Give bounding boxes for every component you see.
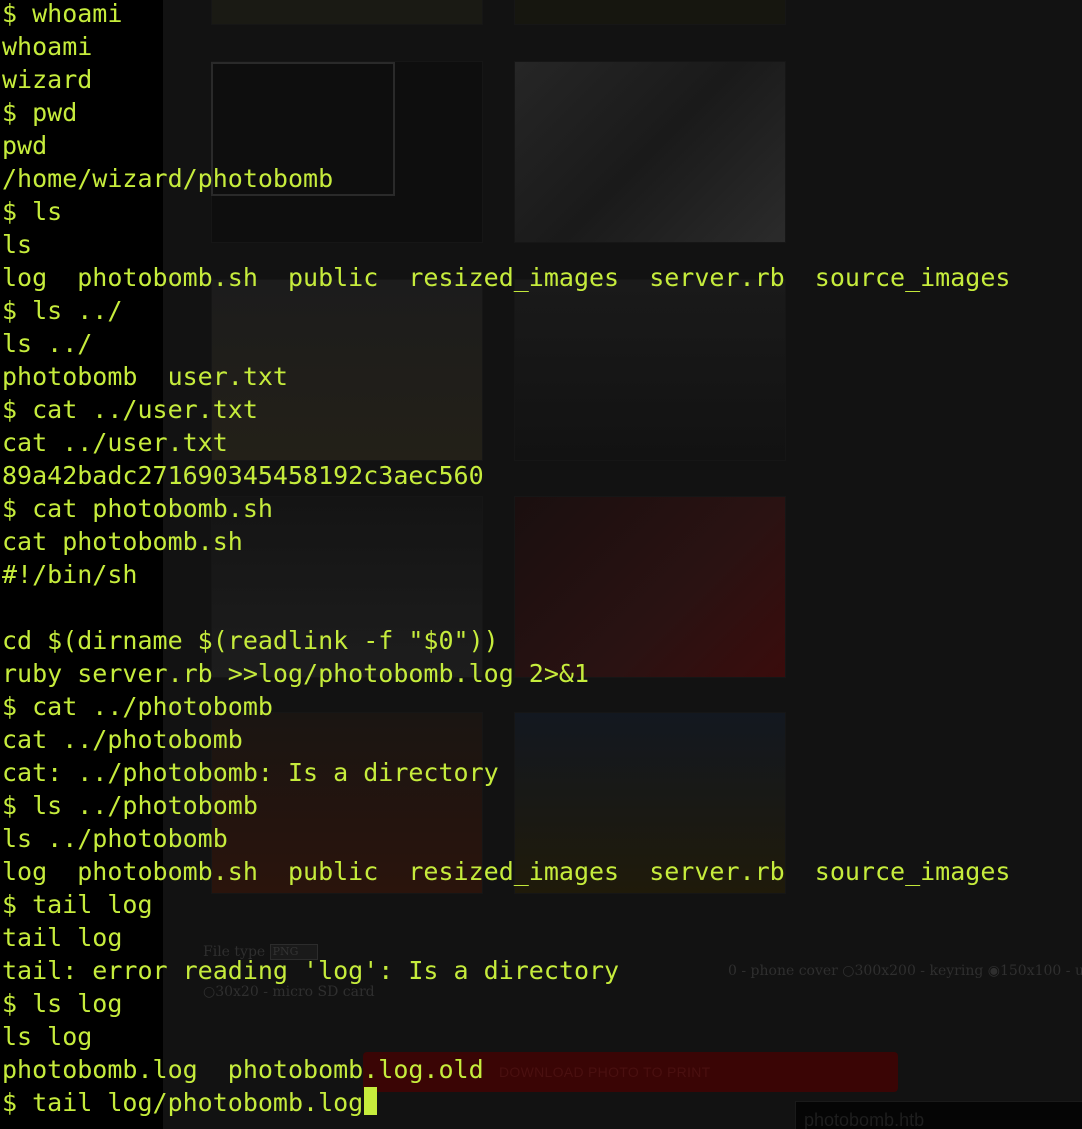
terminal-output-line: ls — [2, 230, 33, 259]
terminal-command-line: $ tail log — [2, 890, 153, 919]
terminal-output-line: log photobomb.sh public resized_images s… — [2, 263, 1011, 292]
terminal-output-line: tail: error reading 'log': Is a director… — [2, 956, 620, 985]
terminal-output-line: cd $(dirname $(readlink -f "$0")) — [2, 626, 499, 655]
terminal-output-line: cat ../photobomb — [2, 725, 243, 754]
terminal-output-line: cat: ../photobomb: Is a directory — [2, 758, 499, 787]
terminal-output-line: ls ../ — [2, 329, 93, 358]
terminal-command-line: $ cat ../photobomb — [2, 692, 273, 721]
terminal-output-line — [2, 591, 1010, 624]
terminal-output-line: log photobomb.sh public resized_images s… — [2, 857, 1011, 886]
terminal-output-line: photobomb.log photobomb.log.old — [2, 1055, 484, 1084]
terminal-output-line: pwd — [2, 131, 48, 160]
terminal-command-line: $ tail log/photobomb.log — [2, 1086, 1010, 1119]
terminal-command-line: $ cat ../user.txt — [2, 395, 258, 424]
terminal-command-line: $ ls ../ — [2, 296, 123, 325]
terminal-output-line: ls log — [2, 1022, 93, 1051]
terminal-output-line: /home/wizard/photobomb — [2, 164, 334, 193]
terminal-output-line: 89a42badc271690345458192c3aec560 — [2, 461, 484, 490]
terminal-command-line: $ whoami — [2, 0, 123, 28]
terminal-output-line: photobomb user.txt — [2, 362, 288, 391]
terminal-output-line: cat photobomb.sh — [2, 527, 243, 556]
terminal-output-line: ruby server.rb >>log/photobomb.log 2>&1 — [2, 659, 589, 688]
terminal-output-line: whoami — [2, 32, 93, 61]
terminal-cursor — [364, 1087, 378, 1115]
terminal-command-line: $ cat photobomb.sh — [2, 494, 273, 523]
terminal-command-line: $ ls ../photobomb — [2, 791, 258, 820]
terminal-output-line: tail log — [2, 923, 123, 952]
terminal-output-line: wizard — [2, 65, 93, 94]
terminal-output[interactable]: $ whoami whoami wizard $ pwd pwd/home/wizard… — [2, 0, 1010, 1119]
terminal-command-line: $ pwd — [2, 98, 78, 127]
terminal-output-line: #!/bin/sh — [2, 560, 138, 589]
terminal-command-line: $ ls — [2, 197, 63, 226]
terminal-output-line: ls ../photobomb — [2, 824, 228, 853]
terminal-command-line: $ ls log — [2, 989, 123, 1018]
terminal-output-line: cat ../user.txt — [2, 428, 228, 457]
screen: File type PNG 0 - phone cover ○300x200 -… — [0, 0, 1082, 1129]
